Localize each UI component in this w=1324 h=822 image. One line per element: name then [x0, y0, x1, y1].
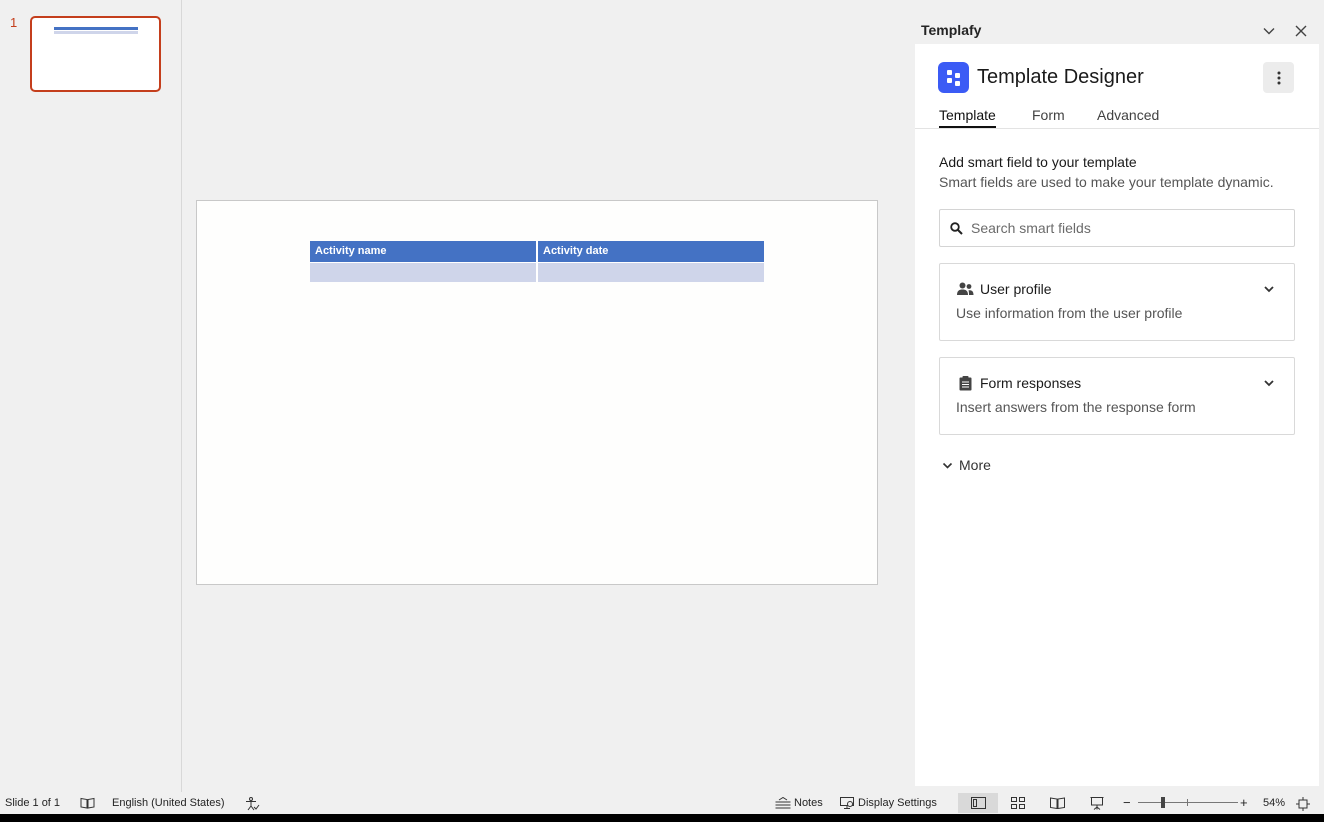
clipboard-icon — [956, 374, 974, 392]
spelling-check-button[interactable] — [80, 797, 98, 809]
accessibility-button[interactable] — [244, 797, 263, 811]
close-icon — [1295, 25, 1307, 37]
slide-info[interactable]: Slide 1 of 1 — [5, 797, 60, 809]
expand-chevron-icon[interactable] — [1260, 280, 1278, 298]
table-row — [310, 261, 764, 282]
zoom-slider-midpoint — [1187, 799, 1188, 806]
expand-chevron-icon[interactable] — [1260, 374, 1278, 392]
display-settings-label: Display Settings — [858, 797, 937, 809]
users-icon — [956, 280, 974, 298]
kebab-menu-icon — [1277, 71, 1280, 84]
display-settings-icon — [840, 797, 854, 809]
card-description: Use information from the user profile — [956, 305, 1183, 321]
accessibility-icon — [246, 797, 260, 811]
search-icon — [950, 221, 963, 235]
section-title: Add smart field to your template — [939, 154, 1137, 170]
language-indicator[interactable]: English (United States) — [112, 797, 225, 809]
book-open-icon — [1049, 797, 1065, 809]
grid-icon — [1011, 797, 1025, 809]
tab-advanced[interactable]: Advanced — [1097, 107, 1159, 123]
thumbnail-table-preview — [54, 27, 138, 34]
templafy-logo-icon — [938, 62, 969, 93]
tab-form[interactable]: Form — [1032, 107, 1065, 123]
thumbnail-pane: 1 — [0, 0, 182, 792]
slide-number: 1 — [10, 15, 18, 30]
normal-view-icon — [970, 797, 986, 809]
slide-show-button[interactable] — [1077, 793, 1117, 813]
book-check-icon — [80, 797, 95, 809]
more-options-button[interactable] — [1263, 62, 1294, 93]
normal-view-button[interactable] — [958, 793, 998, 813]
templafy-panel: Template Designer Template Form Advanced… — [915, 44, 1319, 786]
user-profile-card[interactable]: User profile Use information from the us… — [939, 263, 1295, 341]
zoom-level[interactable]: 54% — [1263, 797, 1285, 809]
slide-sorter-button[interactable] — [998, 793, 1038, 813]
form-responses-card[interactable]: Form responses Insert answers from the r… — [939, 357, 1295, 435]
task-pane-title: Templafy — [921, 22, 982, 38]
zoom-out-button[interactable]: − — [1123, 795, 1131, 810]
status-bar: Slide 1 of 1 English (United States) Not… — [0, 792, 1324, 814]
chevron-down-icon — [1263, 28, 1275, 35]
notes-button[interactable]: Notes — [775, 797, 823, 809]
zoom-slider-handle[interactable] — [1161, 797, 1165, 808]
thumbnail-table-row — [54, 31, 138, 34]
search-input[interactable] — [971, 220, 1271, 236]
fit-to-window-button[interactable] — [1296, 797, 1313, 811]
slide-table[interactable]: Activity name Activity date — [310, 241, 764, 282]
collapse-pane-button[interactable] — [1258, 20, 1280, 42]
tab-template[interactable]: Template — [939, 107, 996, 128]
more-toggle[interactable]: More — [942, 457, 991, 473]
slide-canvas[interactable]: Activity name Activity date — [196, 200, 878, 585]
zoom-in-button[interactable]: + — [1240, 795, 1248, 810]
table-header-cell[interactable]: Activity name — [310, 241, 538, 262]
app-brand: Template Designer — [938, 62, 1144, 93]
display-settings-button[interactable]: Display Settings — [840, 797, 937, 809]
close-pane-button[interactable] — [1290, 20, 1312, 42]
card-title: Form responses — [980, 375, 1082, 391]
chevron-down-icon — [942, 462, 953, 469]
slide-editing-area: Activity name Activity date — [183, 0, 907, 792]
zoom-slider-track[interactable] — [1138, 802, 1238, 803]
card-description: Insert answers from the response form — [956, 399, 1196, 415]
table-cell[interactable] — [537, 261, 764, 282]
thumbnail-table-header — [54, 27, 138, 30]
fit-to-window-icon — [1296, 797, 1310, 811]
notes-icon — [775, 797, 791, 809]
task-pane: Templafy Template Designer Template Form… — [908, 0, 1324, 792]
more-label: More — [959, 457, 991, 473]
search-box[interactable] — [939, 209, 1295, 247]
table-header-cell[interactable]: Activity date — [537, 241, 764, 262]
window-bottom-edge — [0, 814, 1324, 822]
slide-thumbnail[interactable] — [30, 16, 161, 92]
card-title: User profile — [980, 281, 1052, 297]
app-title: Template Designer — [977, 66, 1144, 88]
notes-label: Notes — [794, 797, 823, 809]
designer-tabs: Template Form Advanced — [915, 104, 1319, 129]
table-cell[interactable] — [310, 261, 538, 282]
presentation-icon — [1090, 796, 1104, 810]
reading-view-button[interactable] — [1037, 793, 1077, 813]
section-subtitle: Smart fields are used to make your templ… — [939, 174, 1274, 190]
